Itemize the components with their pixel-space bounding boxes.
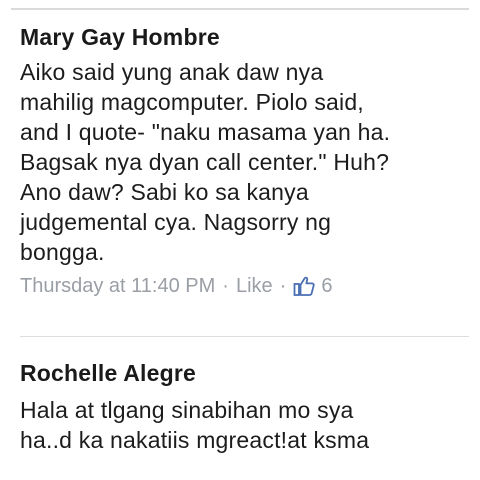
- top-divider: [11, 8, 469, 10]
- comment-body-line: bongga.: [20, 239, 105, 265]
- comments-screen: Mary Gay Hombre Aiko said yung anak daw …: [0, 0, 480, 480]
- comment-item: Mary Gay Hombre Aiko said yung anak daw …: [20, 22, 470, 299]
- thumbs-up-icon[interactable]: [293, 275, 315, 297]
- comment-author[interactable]: Rochelle Alegre: [20, 358, 470, 388]
- comment-body-line: ha..d ka nakatiis mgreact!at ksma: [20, 427, 370, 453]
- comment-meta: Thursday at 11:40 PM · Like · 6: [20, 273, 470, 299]
- comment-body-line: judgemental cya. Nagsorry ng: [20, 209, 332, 235]
- comment-body-line: Hala at tlgang sinabihan mo sya: [20, 397, 354, 423]
- comment-timestamp[interactable]: Thursday at 11:40 PM: [20, 273, 215, 299]
- comment-body-line: Ano daw? Sabi ko sa kanya: [20, 179, 309, 205]
- comment-body-line: Bagsak nya dyan call center." Huh?: [20, 149, 390, 175]
- like-button[interactable]: Like: [236, 273, 273, 299]
- comment-item: Rochelle Alegre Hala at tlgang sinabihan…: [20, 358, 470, 455]
- comment-body: Aiko said yung anak daw nya mahilig magc…: [20, 57, 470, 267]
- comment-body-line: and I quote- "naku masama yan ha.: [20, 119, 391, 145]
- like-count[interactable]: 6: [321, 273, 332, 299]
- comment-body: Hala at tlgang sinabihan mo sya ha..d ka…: [20, 395, 470, 455]
- meta-separator: ·: [222, 275, 229, 297]
- comment-divider: [20, 336, 469, 337]
- meta-separator: ·: [279, 275, 287, 297]
- comment-author[interactable]: Mary Gay Hombre: [20, 22, 470, 52]
- comment-body-line: Aiko said yung anak daw nya: [20, 59, 324, 85]
- comment-body-line: mahilig magcomputer. Piolo said,: [20, 89, 364, 115]
